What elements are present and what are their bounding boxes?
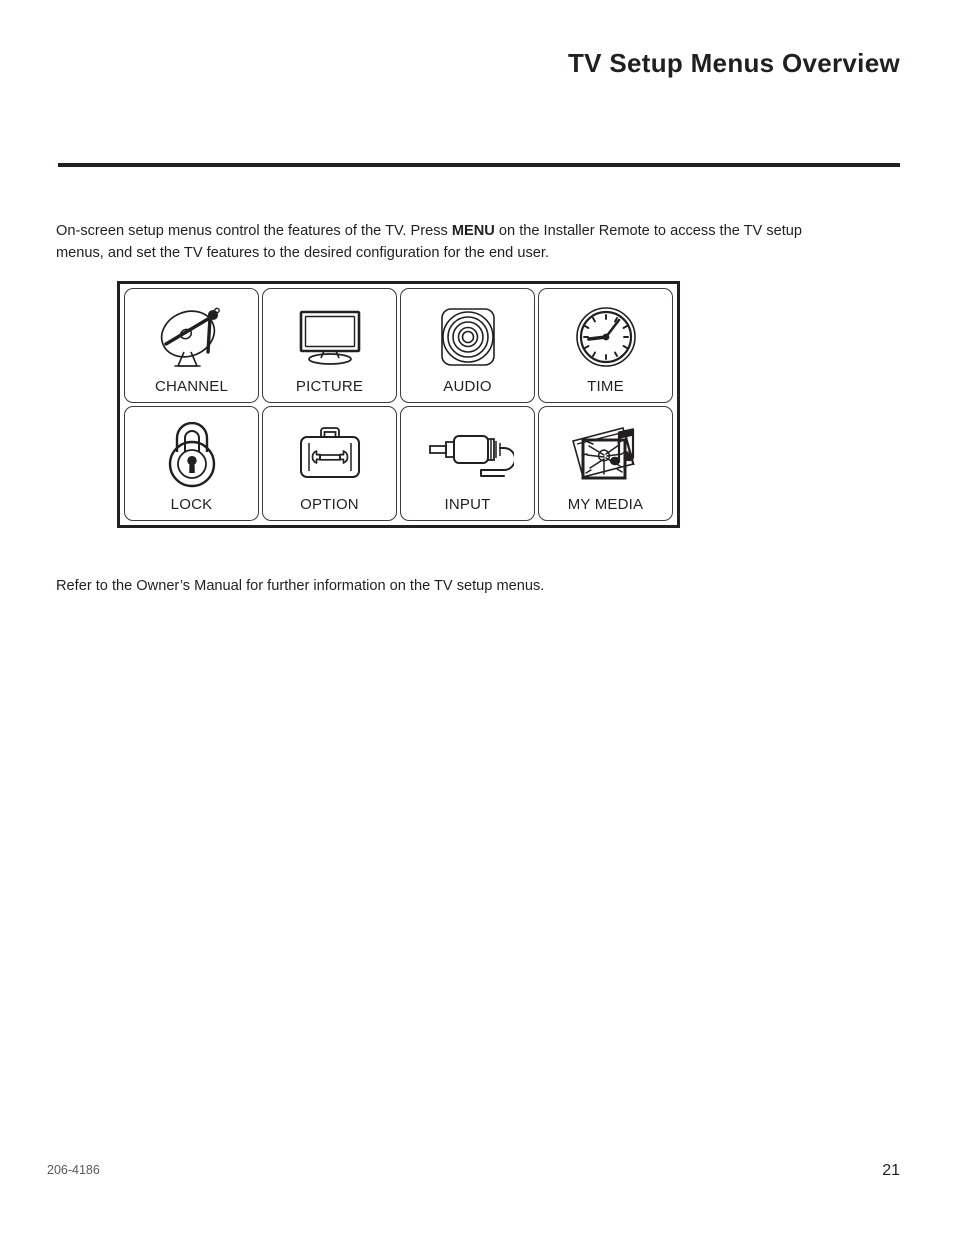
menu-tile-label: PICTURE bbox=[295, 378, 364, 395]
menu-tile-my-media[interactable]: MY MEDIA bbox=[538, 406, 673, 521]
menu-tile-time[interactable]: TIME bbox=[538, 288, 673, 403]
rca-plug-icon bbox=[401, 414, 534, 496]
menu-tile-label: AUDIO bbox=[443, 378, 492, 395]
menu-tile-label: TIME bbox=[587, 378, 624, 395]
menu-tile-input[interactable]: INPUT bbox=[400, 406, 535, 521]
menu-tile-grid: CHANNEL PICTURE AUDIO TIME LOCK OPTION I… bbox=[124, 288, 673, 521]
menu-tile-label: CHANNEL bbox=[154, 378, 229, 395]
closing-paragraph: Refer to the Owner’s Manual for further … bbox=[56, 577, 545, 594]
footer-page-number: 21 bbox=[882, 1162, 900, 1179]
menu-tile-label: OPTION bbox=[300, 496, 359, 513]
toolbox-wrench-icon bbox=[263, 414, 396, 496]
page-title: TV Setup Menus Overview bbox=[568, 48, 900, 78]
menu-tile-label: LOCK bbox=[170, 496, 213, 513]
footer-document-code: 206-4186 bbox=[47, 1163, 100, 1177]
speaker-icon bbox=[401, 296, 534, 378]
intro-paragraph: On-screen setup menus control the featur… bbox=[56, 220, 816, 264]
menu-tile-label: MY MEDIA bbox=[567, 496, 644, 513]
satellite-dish-icon bbox=[125, 296, 258, 378]
menu-tile-option[interactable]: OPTION bbox=[262, 406, 397, 521]
tv-setup-menu-grid-frame: CHANNEL PICTURE AUDIO TIME LOCK OPTION I… bbox=[117, 281, 680, 528]
menu-tile-channel[interactable]: CHANNEL bbox=[124, 288, 259, 403]
menu-tile-picture[interactable]: PICTURE bbox=[262, 288, 397, 403]
menu-tile-label: INPUT bbox=[444, 496, 491, 513]
intro-text-before: On-screen setup menus control the featur… bbox=[56, 222, 452, 239]
menu-tile-lock[interactable]: LOCK bbox=[124, 406, 259, 521]
television-icon bbox=[263, 296, 396, 378]
padlock-icon bbox=[125, 414, 258, 496]
menu-keyword: MENU bbox=[451, 222, 495, 239]
menu-tile-audio[interactable]: AUDIO bbox=[400, 288, 535, 403]
title-divider bbox=[58, 163, 900, 167]
clock-icon bbox=[539, 296, 672, 378]
photos-music-icon bbox=[539, 414, 672, 496]
